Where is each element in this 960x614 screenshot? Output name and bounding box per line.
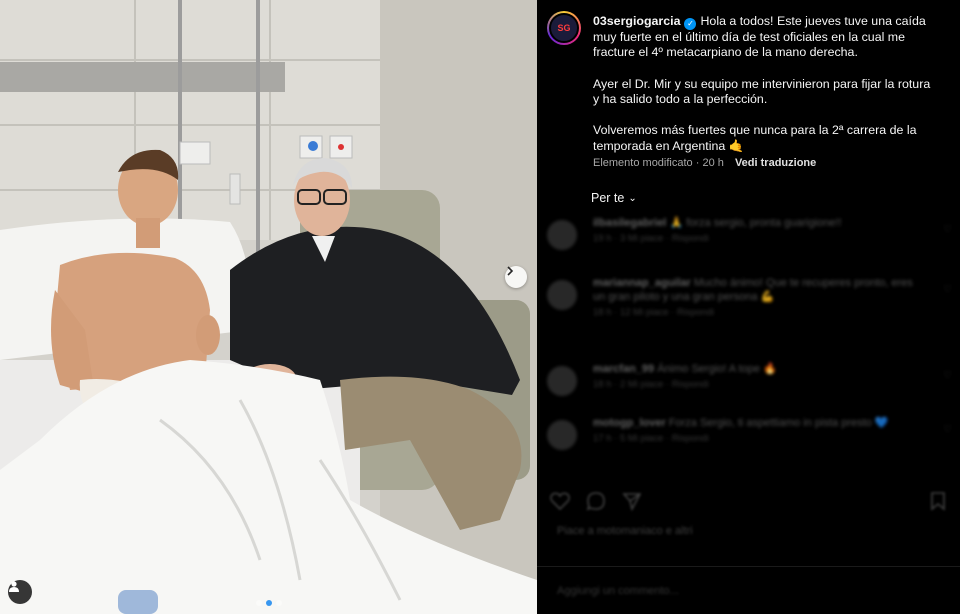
post-time: 20 h (702, 157, 724, 169)
comment-likes[interactable]: 3 Mi piace (620, 233, 663, 244)
avatar-initials: SG (549, 13, 579, 43)
comment-time: 18 h (593, 307, 612, 318)
caption-paragraph: Volveremos más fuertes que nunca para la… (593, 123, 917, 153)
comment-time: 18 h (593, 379, 612, 390)
chevron-down-icon: ⌄ (628, 193, 637, 204)
edited-label: Elemento modificato (593, 157, 693, 169)
comment-likes[interactable]: 2 Mi piace (620, 379, 663, 390)
comment-avatar[interactable] (547, 420, 577, 450)
comment-avatar[interactable] (547, 366, 577, 396)
see-translation-link[interactable]: Vedi traduzione (735, 157, 816, 169)
comment-reply-button[interactable]: Rispondi (672, 379, 709, 390)
comment-text: Ánimo Sergio! A tope 🔥 (657, 363, 777, 375)
comment-icon[interactable] (585, 490, 607, 512)
comment-avatar[interactable] (547, 220, 577, 250)
hospital-photo (0, 0, 537, 614)
comment-username[interactable]: mariannap_aguilar (593, 277, 691, 289)
comment-reply-button[interactable]: Rispondi (672, 433, 709, 444)
add-comment-input[interactable]: Aggiungi un commento... (557, 585, 679, 597)
comment-text: 🙏 forza sergio, pronta guarigione!! (669, 217, 842, 229)
comment-sort-dropdown[interactable]: Per te ⌄ (591, 191, 637, 205)
comment-reply-button[interactable]: Rispondi (672, 233, 709, 244)
comment-reply-button[interactable]: Rispondi (677, 307, 714, 318)
heart-icon[interactable]: ♡ (943, 424, 952, 435)
caption-paragraph: Ayer el Dr. Mir y su equipo me intervini… (593, 76, 931, 107)
comment-username[interactable]: marcfan_99 (593, 363, 654, 375)
heart-icon[interactable]: ♡ (943, 370, 952, 381)
carousel-dot-active (265, 600, 272, 606)
likes-summary[interactable]: Piace a motomaniaco e altri (557, 525, 693, 537)
carousel-dot (255, 600, 262, 606)
carousel-indicator (0, 600, 537, 606)
tag-user-icon (9, 581, 19, 592)
comment-likes[interactable]: 12 Mi piace (620, 307, 669, 318)
author-avatar[interactable]: SG (547, 11, 581, 45)
post-caption: 03sergiogarcia ✓ Hola a todos! Este jueves… (593, 14, 938, 170)
comment-text: Forza Sergio, ti aspettiamo in pista pre… (668, 417, 889, 429)
comment-username[interactable]: ilbasilegabriel (593, 217, 666, 229)
next-photo-button[interactable] (505, 266, 527, 288)
post-side-panel: SG 03sergiogarcia ✓ Hola a todos! Este jue… (537, 0, 960, 614)
comment-time: 17 h (593, 433, 612, 444)
heart-icon[interactable]: ♡ (943, 284, 952, 295)
comment-username[interactable]: motogp_lover (593, 417, 666, 429)
divider (537, 566, 960, 567)
share-icon[interactable] (621, 490, 643, 512)
author-username[interactable]: 03sergiogarcia (593, 14, 680, 28)
post-photo[interactable] (0, 0, 537, 614)
verified-badge-icon: ✓ (684, 17, 697, 30)
bookmark-icon[interactable] (927, 490, 949, 512)
heart-icon[interactable] (549, 490, 571, 512)
post-meta: Elemento modificato · 20 h Vedi traduzio… (593, 157, 817, 169)
sort-label: Per te (591, 191, 625, 205)
next-arrow-icon (507, 266, 514, 276)
carousel-dot (275, 600, 282, 606)
comment-time: 19 h (593, 233, 612, 244)
comment-likes[interactable]: 5 Mi piace (620, 433, 663, 444)
post-actions-bar (549, 490, 949, 514)
heart-icon[interactable]: ♡ (943, 224, 952, 235)
comment-avatar[interactable] (547, 280, 577, 310)
